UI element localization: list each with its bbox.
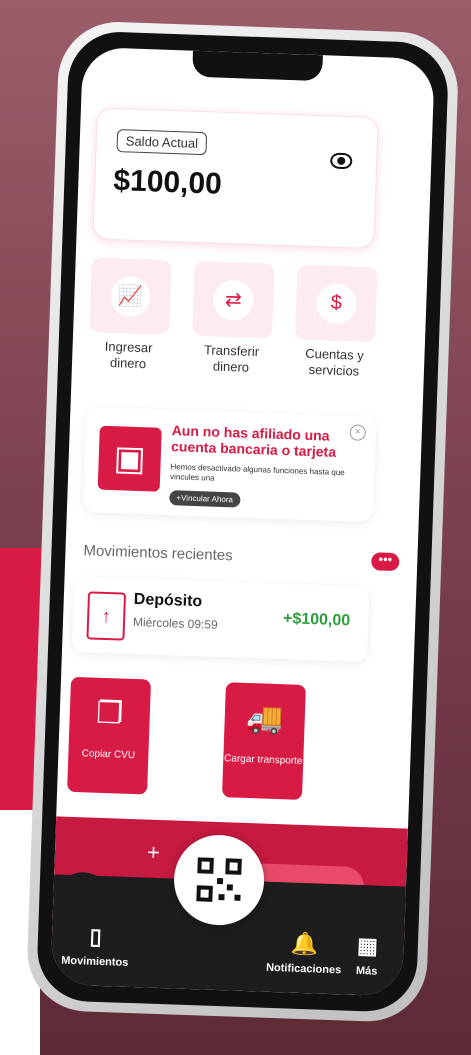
recent-movements-title: Movimientos recientes — [83, 542, 233, 565]
quick-actions: 📈 Ingresar dinero ⇄ Transferir dinero $ … — [87, 257, 381, 397]
movement-amount: +$100,00 — [282, 610, 351, 630]
phone-mockup: Saldo Actual $100,00 📈 Ingresar dinero ⇄… — [25, 20, 460, 1024]
load-transport-button[interactable]: 🚚 Cargar transporte — [221, 682, 306, 800]
more-options-button[interactable]: ••• — [370, 551, 400, 572]
link-account-alert: ▣ Aun no has afiliado una cuenta bancari… — [82, 407, 377, 523]
nav-notifications-label: Notificaciones — [265, 961, 342, 977]
alert-description: Hemos desactivado algunas funciones hast… — [169, 462, 345, 483]
balance-label: Saldo Actual — [116, 129, 208, 156]
movement-row[interactable]: ↑ Depósito Miércoles 09:59 +$100,00 — [71, 576, 370, 663]
action-label: Cuentas y servicios — [304, 345, 365, 379]
chart-icon: 📈 — [109, 275, 152, 317]
transfer-icon: ⇄ — [212, 279, 255, 321]
link-now-button[interactable]: +Vincular Ahora — [169, 490, 241, 508]
copy-icon: ❐ — [95, 696, 124, 731]
phone-screen: Saldo Actual $100,00 📈 Ingresar dinero ⇄… — [50, 46, 435, 997]
nav-movements-label: Movimientos — [60, 954, 129, 969]
movement-name: Depósito — [133, 590, 203, 611]
document-icon: ▯ — [89, 923, 103, 950]
bottom-nav: ▯ Movimientos 🔔 Notificaciones ▦ Más — [50, 833, 406, 997]
bell-icon: 🔔 — [290, 930, 319, 957]
deposit-icon: ↑ — [86, 591, 127, 641]
alert-title: Aun no has afiliado una cuenta bancaria … — [170, 422, 337, 460]
copy-cvu-button[interactable]: ❐ Copiar CVU — [67, 676, 152, 795]
load-transport-label: Cargar transporte — [223, 753, 303, 767]
truck-icon: 🚚 — [245, 701, 284, 737]
card-plus-icon: ▣ — [97, 425, 162, 492]
action-label: Ingresar dinero — [104, 338, 153, 371]
action-cuentas-servicios[interactable]: $ Cuentas y servicios — [293, 264, 378, 397]
grid-icon: ▦ — [356, 932, 379, 959]
plus-icon: + — [146, 839, 161, 865]
movement-date: Miércoles 09:59 — [132, 614, 218, 632]
qr-code-icon — [196, 857, 242, 902]
phone-notch — [192, 50, 323, 82]
bill-icon: $ — [315, 282, 357, 325]
action-label: Transferir dinero — [203, 342, 260, 375]
close-icon[interactable]: × — [349, 424, 367, 441]
nav-more[interactable]: ▦ Más — [356, 933, 379, 978]
eye-icon[interactable] — [329, 152, 353, 170]
copy-cvu-label: Copiar CVU — [81, 748, 136, 762]
action-ingresar-dinero[interactable]: 📈 Ingresar dinero — [87, 257, 172, 390]
nav-notifications[interactable]: 🔔 Notificaciones — [266, 930, 343, 977]
action-transferir-dinero[interactable]: ⇄ Transferir dinero — [190, 260, 275, 394]
nav-movements[interactable]: ▯ Movimientos — [61, 923, 130, 969]
balance-card: Saldo Actual $100,00 — [92, 107, 379, 250]
nav-more-label: Más — [355, 964, 378, 978]
balance-amount: $100,00 — [112, 163, 223, 201]
